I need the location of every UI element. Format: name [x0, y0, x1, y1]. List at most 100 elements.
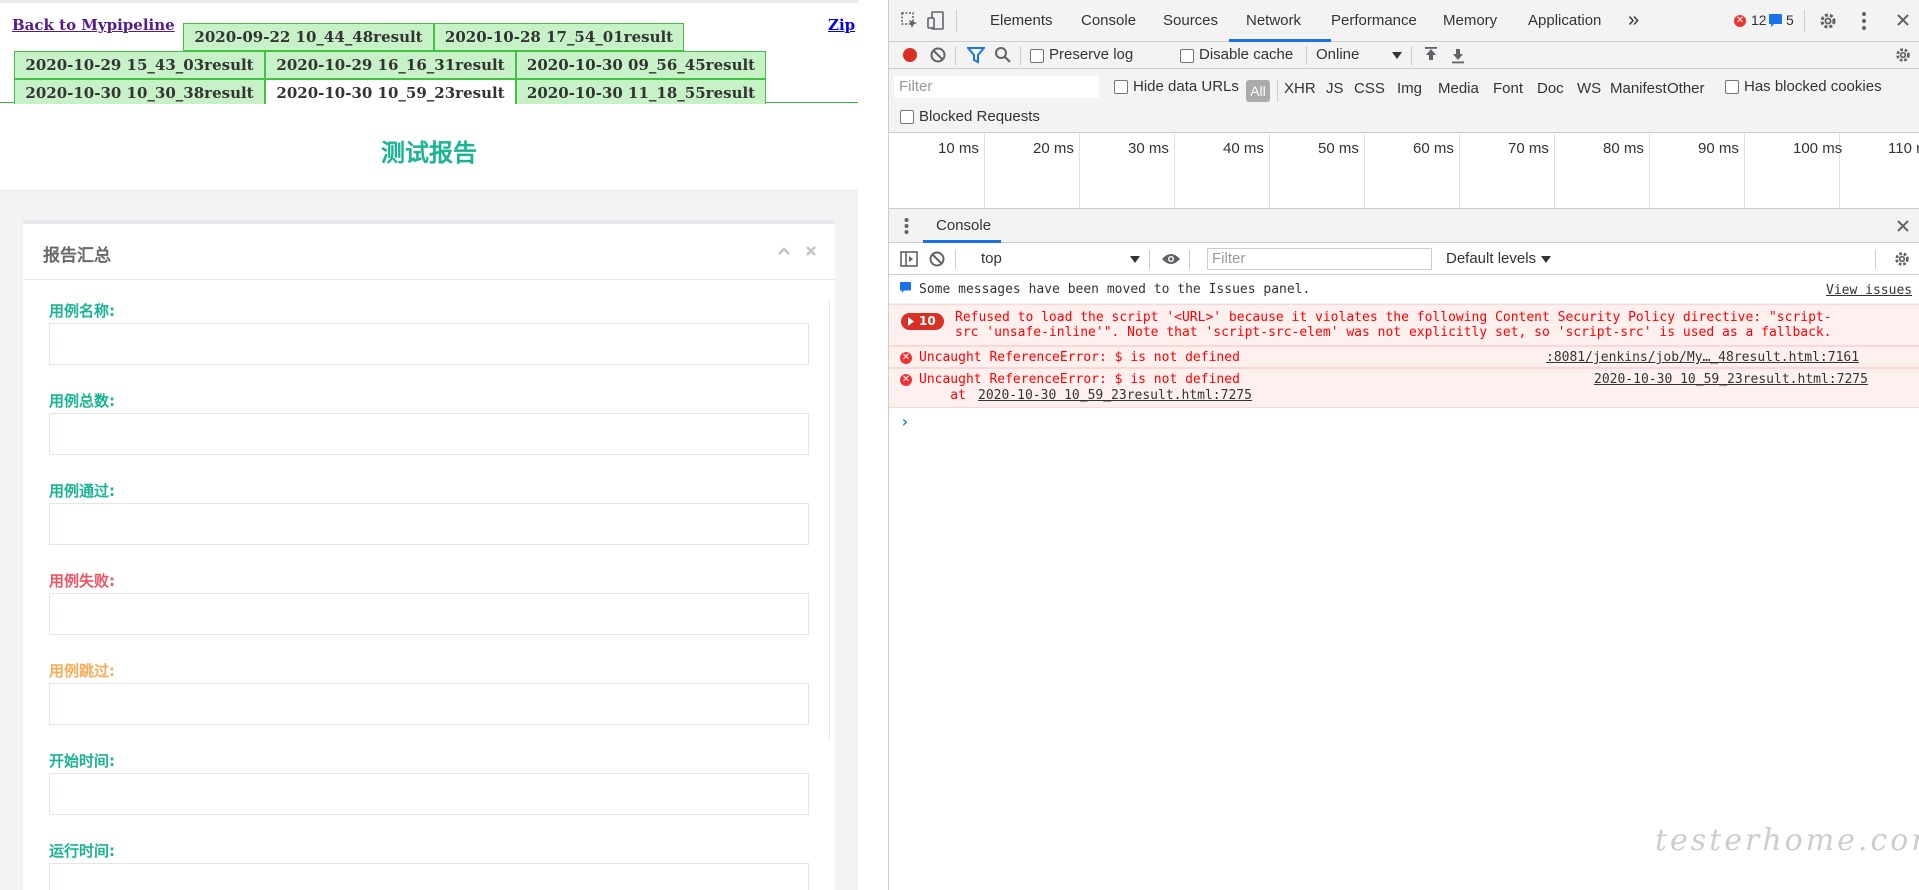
timeline-gridline	[1554, 134, 1555, 209]
kebab-menu-icon[interactable]	[1861, 11, 1867, 31]
device-toolbar-icon[interactable]	[927, 11, 945, 31]
drawer-tab-console[interactable]: Console	[936, 217, 991, 234]
execution-context-select[interactable]: top	[981, 250, 1002, 267]
tab-console[interactable]: Console	[1081, 12, 1136, 29]
tab-elements[interactable]: Elements	[990, 12, 1053, 29]
blocked-requests-checkbox[interactable]	[900, 110, 914, 124]
has-blocked-cookies-label[interactable]: Has blocked cookies	[1744, 78, 1882, 95]
has-blocked-cookies-checkbox[interactable]	[1725, 80, 1739, 94]
dropdown-arrow-icon[interactable]	[1130, 256, 1140, 263]
type-filter-xhr[interactable]: XHR	[1284, 80, 1316, 97]
field-value-box	[49, 323, 809, 365]
result-tab[interactable]: 2020-10-28 17_54_01result	[434, 23, 684, 51]
back-to-pipeline-link[interactable]: Back to Mypipeline	[12, 16, 175, 34]
clear-console-icon[interactable]	[928, 250, 946, 268]
throttling-select[interactable]: Online	[1316, 46, 1359, 63]
type-filter-doc[interactable]: Doc	[1537, 80, 1564, 97]
console-messages: Some messages have been moved to the Iss…	[889, 276, 1919, 890]
filter-funnel-icon[interactable]	[967, 47, 985, 64]
console-info-message: Some messages have been moved to the Iss…	[889, 276, 1919, 304]
result-tab[interactable]: 2020-10-29 16_16_31result	[265, 51, 516, 79]
timeline-tick-label: 20 ms	[1033, 140, 1074, 157]
field-label: 用例通过:	[49, 482, 115, 500]
network-filter-input[interactable]: Filter	[894, 76, 1099, 98]
drawer-menu-icon[interactable]	[904, 217, 909, 235]
timeline-gridline	[1174, 134, 1175, 209]
zip-link[interactable]: Zip	[828, 16, 855, 34]
close-devtools-icon[interactable]	[1896, 13, 1910, 27]
live-expression-eye-icon[interactable]	[1161, 252, 1181, 266]
console-filter-input[interactable]: Filter	[1207, 248, 1432, 270]
clear-icon[interactable]	[929, 46, 947, 64]
toolbar-divider	[1189, 250, 1190, 269]
close-icon[interactable]	[803, 243, 819, 259]
settings-gear-icon[interactable]	[1818, 11, 1838, 31]
preserve-log-label[interactable]: Preserve log	[1049, 46, 1133, 63]
tab-sources[interactable]: Sources	[1163, 12, 1218, 29]
repeat-count: 10	[919, 314, 936, 328]
record-icon[interactable]	[901, 46, 919, 64]
type-filter-media[interactable]: Media	[1438, 80, 1479, 97]
tab-application[interactable]: Application	[1528, 12, 1601, 29]
dropdown-arrow-icon[interactable]	[1392, 52, 1402, 59]
result-tab[interactable]: 2020-10-29 15_43_03result	[14, 51, 265, 79]
result-tab[interactable]: 2020-10-30 11_18_55result	[516, 79, 766, 107]
tab-memory[interactable]: Memory	[1443, 12, 1497, 29]
blocked-requests-label[interactable]: Blocked Requests	[919, 108, 1040, 125]
repeat-count-badge[interactable]: 10	[901, 313, 944, 330]
issues-icon[interactable]	[1769, 14, 1782, 27]
disable-cache-label[interactable]: Disable cache	[1199, 46, 1293, 63]
tab-network[interactable]: Network	[1246, 12, 1301, 29]
type-filter-manifest[interactable]: Manifest	[1610, 80, 1667, 97]
dropdown-arrow-icon[interactable]	[1541, 256, 1551, 263]
type-filter-other[interactable]: Other	[1667, 80, 1705, 97]
hide-data-urls-checkbox[interactable]	[1114, 80, 1128, 94]
sidebar-toggle-icon[interactable]	[900, 251, 918, 267]
view-issues-link[interactable]: View issues	[1826, 283, 1912, 298]
panel-divider	[829, 300, 830, 740]
type-filter-all[interactable]: All	[1246, 80, 1270, 102]
page-title: 测试报告	[381, 139, 477, 167]
result-tab[interactable]: 2020-10-30 10_59_23result	[265, 79, 516, 107]
timeline-gridline	[1459, 134, 1460, 209]
tab-performance[interactable]: Performance	[1331, 12, 1417, 29]
export-har-icon[interactable]	[1450, 46, 1466, 64]
disable-cache-checkbox[interactable]	[1180, 49, 1194, 63]
result-tab[interactable]: 2020-10-30 10_30_38result	[14, 79, 265, 107]
hide-data-urls-label[interactable]: Hide data URLs	[1133, 78, 1239, 95]
result-tab[interactable]: 2020-09-22 10_44_48result	[183, 23, 434, 51]
type-filter-ws[interactable]: WS	[1577, 80, 1601, 97]
toolbar-divider	[955, 250, 956, 269]
console-settings-gear-icon[interactable]	[1893, 250, 1911, 268]
console-toolbar: top Filter Default levels	[889, 244, 1919, 275]
type-filter-font[interactable]: Font	[1493, 80, 1523, 97]
error-count-icon[interactable]: ✕	[1734, 15, 1746, 27]
error-source-link[interactable]: 2020-10-30 10_59_23result.html:7275	[1594, 372, 1868, 387]
reference-error-message: ✕ Uncaught ReferenceError: $ is not defi…	[889, 368, 1919, 408]
stack-trace-link[interactable]: 2020-10-30 10_59_23result.html:7275	[978, 388, 1252, 403]
timeline-tick-label: 10 ms	[938, 140, 979, 157]
network-timeline-overview[interactable]: 10 ms 20 ms 30 ms 40 ms 50 ms 60 ms 70 ms 80 ms…	[889, 134, 1919, 209]
csp-error-message: 10 Refused to load the script '<URL>' be…	[889, 304, 1919, 346]
import-har-icon[interactable]	[1423, 46, 1439, 64]
result-tab[interactable]: 2020-10-30 09_56_45result	[516, 51, 766, 79]
timeline-tick-label: 50 ms	[1318, 140, 1359, 157]
inspect-element-icon[interactable]	[901, 12, 919, 30]
type-filter-img[interactable]: Img	[1397, 80, 1422, 97]
error-source-link[interactable]: :8081/jenkins/job/My…_48result.html:7161	[1546, 350, 1859, 365]
field-label: 用例失败:	[49, 572, 115, 590]
expand-triangle-icon[interactable]	[908, 317, 914, 326]
more-tabs-button[interactable]: »	[1628, 9, 1639, 32]
type-filter-js[interactable]: JS	[1326, 80, 1344, 97]
preserve-log-checkbox[interactable]	[1030, 49, 1044, 63]
error-count[interactable]: 12	[1751, 12, 1767, 28]
chevron-up-icon[interactable]	[776, 243, 792, 259]
search-icon[interactable]	[994, 46, 1012, 64]
type-filter-css[interactable]: CSS	[1354, 80, 1385, 97]
watermark: testerhome.com	[1655, 823, 1919, 858]
log-levels-select[interactable]: Default levels	[1446, 250, 1536, 267]
network-settings-gear-icon[interactable]	[1894, 46, 1912, 64]
close-drawer-icon[interactable]	[1896, 219, 1910, 233]
issue-count[interactable]: 5	[1786, 12, 1794, 28]
console-prompt[interactable]: ›	[900, 413, 910, 431]
